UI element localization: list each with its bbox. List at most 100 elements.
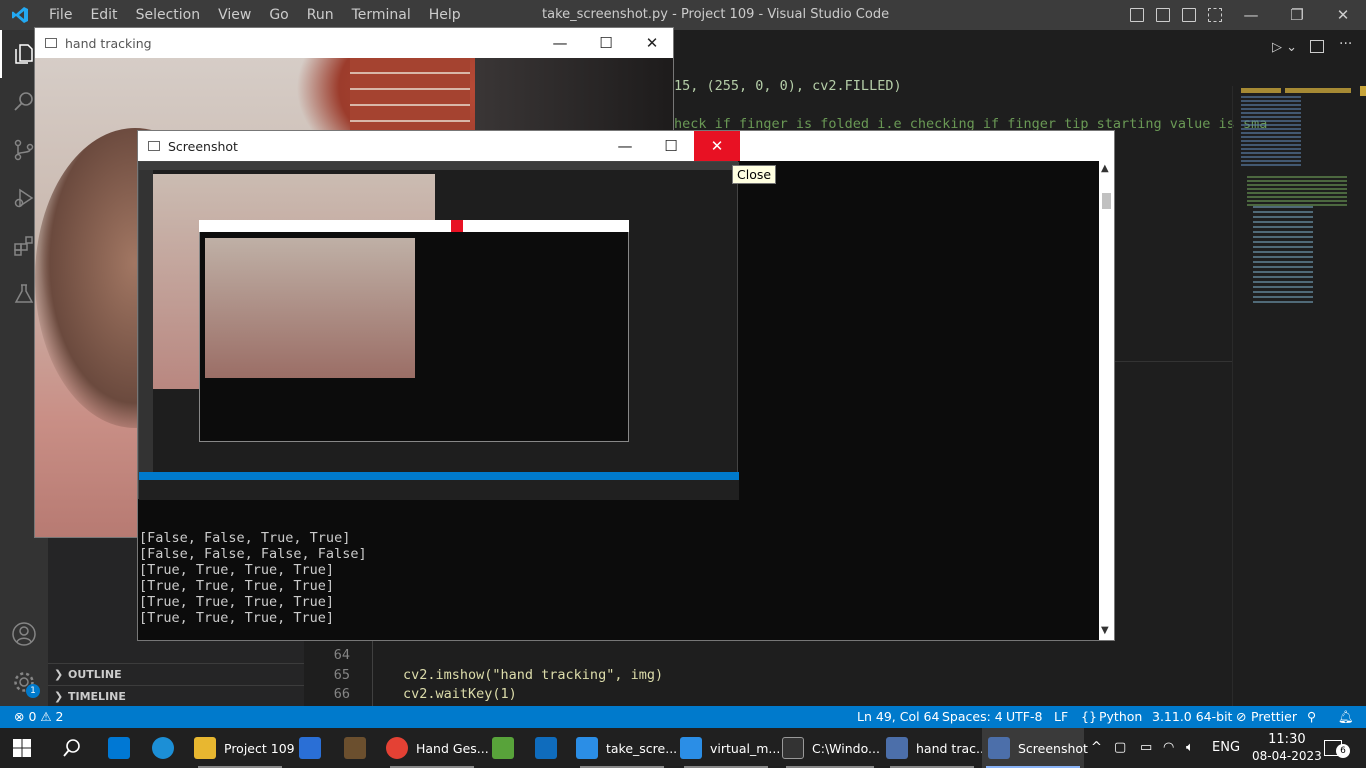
notifications-bell-icon[interactable]: 🔔︎: [1338, 706, 1354, 728]
store-icon[interactable]: [108, 728, 130, 768]
line-number: 66: [333, 686, 350, 702]
indent-guide: [372, 630, 373, 706]
screenshot-window[interactable]: Screenshot — ☐ ✕ [False, False, True, Tr…: [137, 130, 1115, 641]
menu-view[interactable]: View: [209, 0, 260, 30]
prettier-status[interactable]: Prettier: [1251, 706, 1297, 728]
window-icon: [988, 737, 1010, 759]
edge-icon[interactable]: [152, 728, 174, 768]
status-bar: ⊗ 0 ⚠ 2 Ln 49, Col 64 Spaces: 4 UTF-8 LF…: [0, 706, 1366, 728]
manage-gear-icon[interactable]: 1: [0, 658, 48, 706]
chevron-right-icon: ❯: [54, 668, 64, 681]
close-button[interactable]: ✕: [629, 28, 673, 58]
restore-button[interactable]: ❐: [1274, 0, 1320, 30]
toggle-secondary-sidebar-icon[interactable]: [1182, 8, 1196, 22]
python-interpreter[interactable]: 3.11.0 64-bit: [1152, 706, 1232, 728]
more-actions-icon[interactable]: ···: [1339, 36, 1352, 52]
clock[interactable]: 11:30 08-04-2023: [1252, 728, 1322, 768]
code-text: 15, (255, 0, 0), cv2.FILLED): [674, 78, 902, 94]
taskbar-app-screenshot[interactable]: Screenshot: [982, 728, 1088, 768]
close-button[interactable]: ✕: [1320, 0, 1366, 30]
toggle-panel-icon[interactable]: [1156, 8, 1170, 22]
menu-file[interactable]: File: [40, 0, 81, 30]
encoding[interactable]: UTF-8: [1006, 706, 1042, 728]
vertical-scrollbar[interactable]: ▲ ▼: [1099, 161, 1114, 640]
notification-count-badge: 6: [1336, 744, 1350, 758]
battery-icon[interactable]: ▭: [1140, 728, 1152, 768]
taskbar-app-label: virtual_m...: [710, 740, 781, 756]
terminal-line: [True, True, True, True]: [139, 594, 335, 610]
minimize-button[interactable]: —: [602, 131, 648, 161]
hand-tracking-title: hand tracking: [65, 35, 152, 51]
terminal-icon: [782, 737, 804, 759]
line-number: 64: [333, 647, 350, 663]
taskbar-app-hand-tracking[interactable]: hand trac...: [886, 728, 988, 768]
action-center-icon[interactable]: 6: [1324, 728, 1350, 768]
outline-section[interactable]: ❯ OUTLINE: [48, 663, 304, 685]
tray-app-icon[interactable]: ▢: [1114, 728, 1126, 768]
taskbar-app-label: Hand Ges...: [416, 740, 489, 756]
terminal-line: [True, True, True, True]: [139, 578, 335, 594]
wifi-icon[interactable]: ◠: [1163, 728, 1174, 768]
volume-icon[interactable]: 🔈︎: [1186, 728, 1194, 768]
menu-run[interactable]: Run: [298, 0, 343, 30]
menu-terminal[interactable]: Terminal: [343, 0, 420, 30]
taskbar-app-vscode-virtual[interactable]: virtual_m...: [680, 728, 780, 768]
update-badge: 1: [26, 684, 40, 698]
maximize-button[interactable]: ☐: [648, 131, 694, 161]
clock-time: 11:30: [1268, 732, 1306, 747]
scroll-marker: [1360, 86, 1366, 96]
customize-layout-icon[interactable]: [1208, 8, 1222, 22]
screenshot-image: [False, False, True, True] [False, False…: [138, 161, 1114, 640]
problems-indicator[interactable]: ⊗ 0 ⚠ 2: [14, 706, 64, 728]
maximize-button[interactable]: ☐: [583, 28, 629, 58]
split-editor-icon[interactable]: [1310, 40, 1324, 53]
accounts-icon[interactable]: [0, 610, 48, 658]
window-icon: [886, 737, 908, 759]
menu-selection[interactable]: Selection: [127, 0, 210, 30]
taskbar-search-icon[interactable]: [62, 728, 82, 768]
screenshot-title: Screenshot: [168, 138, 238, 154]
curly-braces-icon: {}: [1081, 709, 1097, 724]
taskbar-app-project109[interactable]: Project 109: [194, 728, 295, 768]
outlook-icon[interactable]: [535, 728, 557, 768]
end-of-line[interactable]: LF: [1054, 706, 1068, 728]
mail-icon[interactable]: [299, 728, 321, 768]
minecraft-launcher-icon[interactable]: [492, 728, 514, 768]
toggle-sidebar-icon[interactable]: [1130, 8, 1144, 22]
timeline-section[interactable]: ❯ TIMELINE: [48, 685, 304, 707]
feedback-icon[interactable]: ⚲: [1307, 706, 1316, 728]
outline-label: OUTLINE: [68, 668, 122, 681]
menu-edit[interactable]: Edit: [81, 0, 126, 30]
vscode-icon: [680, 737, 702, 759]
taskbar-app-chrome[interactable]: Hand Ges...: [386, 728, 489, 768]
indentation[interactable]: Spaces: 4: [942, 706, 1003, 728]
start-button[interactable]: [12, 728, 32, 768]
taskbar-app-cmd[interactable]: C:\Windo...: [782, 728, 880, 768]
line-number: 65: [333, 667, 350, 683]
timeline-label: TIMELINE: [68, 690, 126, 703]
terminal-line: [True, True, True, True]: [139, 610, 335, 626]
minimap[interactable]: [1232, 86, 1360, 706]
input-language[interactable]: ENG: [1212, 728, 1240, 768]
taskbar-app-vscode-take-screenshot[interactable]: take_scre...: [576, 728, 677, 768]
chrome-icon: [386, 737, 408, 759]
code-text: cv2.imshow("hand tracking", img): [403, 667, 664, 683]
cursor-position[interactable]: Ln 49, Col 64: [857, 706, 939, 728]
minimize-button[interactable]: —: [1228, 0, 1274, 30]
code-line: 64: [304, 646, 1232, 665]
menu-go[interactable]: Go: [260, 0, 297, 30]
code-text: cv2.waitKey(1): [403, 686, 517, 702]
prettier-icon: ⊘: [1236, 709, 1247, 724]
terminal-line: [True, True, True, True]: [139, 562, 335, 578]
menu-help[interactable]: Help: [420, 0, 470, 30]
chevron-right-icon: ❯: [54, 690, 64, 703]
minimize-button[interactable]: —: [537, 28, 583, 58]
vscode-titlebar: File Edit Selection View Go Run Terminal…: [0, 0, 1366, 30]
minecraft-icon[interactable]: [344, 728, 366, 768]
language-mode[interactable]: Python: [1099, 706, 1142, 728]
show-hidden-icons-chevron-icon[interactable]: ^: [1091, 728, 1102, 768]
clock-date: 08-04-2023: [1252, 749, 1322, 763]
close-button[interactable]: ✕: [694, 131, 740, 161]
terminal-line: [False, False, False, False]: [139, 546, 367, 562]
run-file-icon[interactable]: ▷ ⌄: [1272, 40, 1297, 55]
